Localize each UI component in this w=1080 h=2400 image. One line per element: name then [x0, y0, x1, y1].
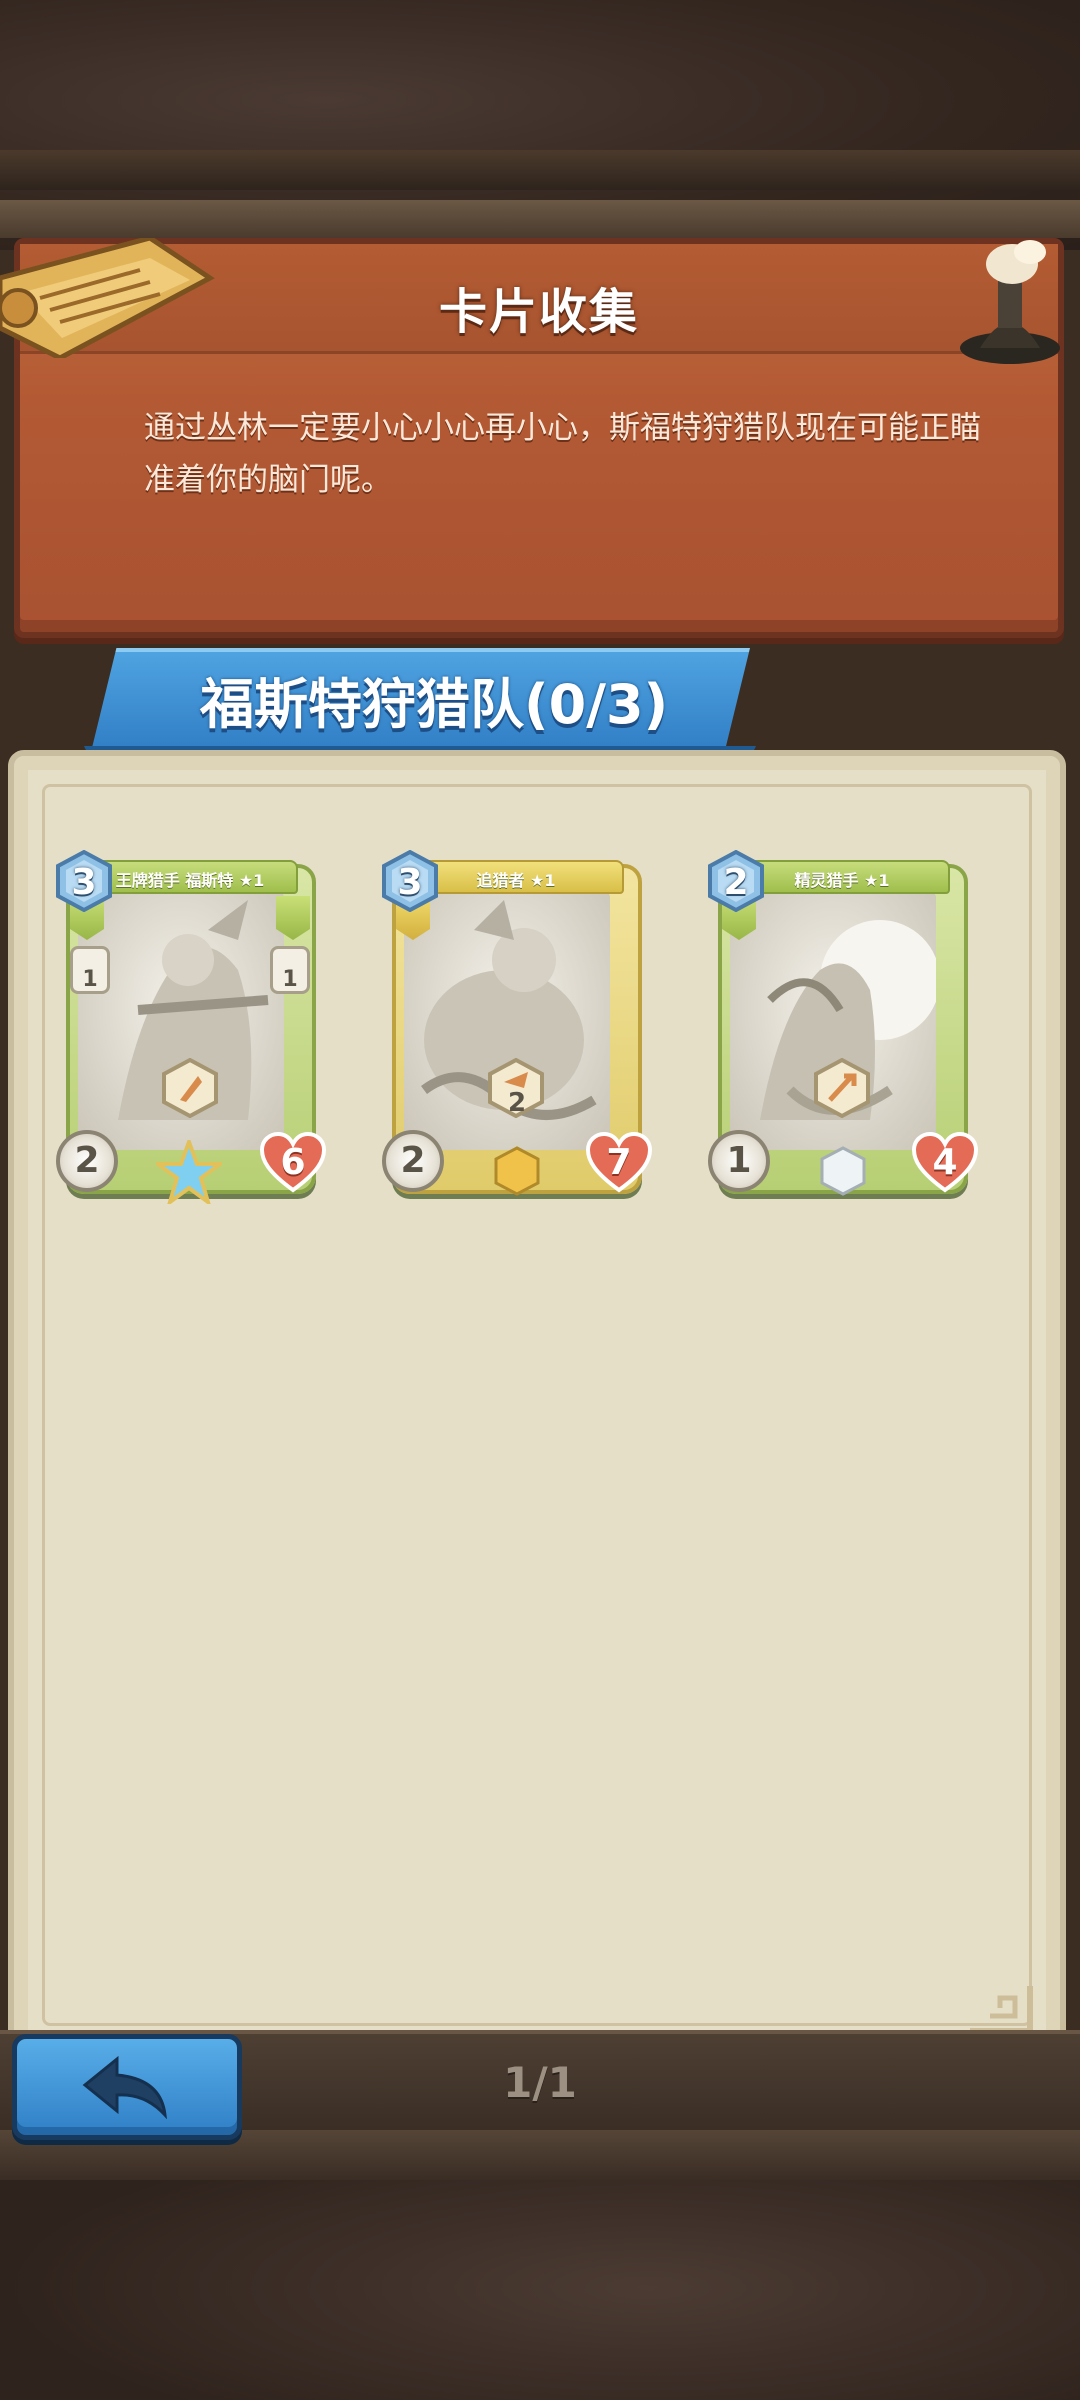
set-title: 福斯特狩猎队(0/3) [200, 673, 669, 736]
rarity-white-gem-icon [820, 1146, 866, 1196]
rarity-star-icon [156, 1140, 222, 1204]
skill-hex-icon [814, 1058, 870, 1118]
card-cost: 3 [71, 862, 97, 903]
card-name-bar: 精灵猎手 ★1 [734, 860, 950, 894]
corner-ornament-icon [970, 1986, 1033, 2034]
back-arrow-icon [82, 2055, 167, 2119]
card-name-bar: 追猎者 ★1 [408, 860, 624, 894]
card-elf-hunter[interactable]: 精灵猎手 ★1 2 1 4 [708, 850, 978, 1210]
card-health: 4 [932, 1142, 958, 1183]
rarity-gold-gem-icon [494, 1146, 540, 1196]
scroll-icon [0, 238, 215, 358]
card-health: 6 [280, 1142, 306, 1183]
left-stat-badge: 1 [70, 946, 110, 994]
card-attack: 2 [382, 1130, 444, 1192]
page-indicator: 1/1 [503, 2058, 577, 2107]
card-name: 精灵猎手 ★1 [794, 871, 890, 890]
card-tracker[interactable]: 追猎者 ★1 3 2 2 7 [382, 850, 652, 1210]
skill-value: 2 [507, 1088, 527, 1118]
wood-background-bottom [0, 2120, 1080, 2400]
card-name: 王牌猎手 福斯特 ★1 [115, 871, 265, 890]
right-stat-badge: 1 [270, 946, 310, 994]
skill-hex-icon [162, 1058, 218, 1118]
card-attack: 1 [708, 1130, 770, 1192]
card-cost: 2 [723, 862, 749, 903]
card-health: 7 [606, 1142, 632, 1183]
back-button[interactable] [12, 2034, 242, 2140]
set-description: 通过丛林一定要小心小心再小心，斯福特狩猎队现在可能正瞄准着你的脑门呢。 [144, 410, 981, 498]
card-name: 追猎者 ★1 [476, 871, 556, 890]
card-attack: 2 [56, 1130, 118, 1192]
card-cost: 3 [397, 862, 423, 903]
wood-background-top [0, 0, 1080, 250]
card-foster[interactable]: 王牌猎手 福斯特 ★1 3 1 1 2 6 [56, 850, 326, 1210]
candle-icon [960, 240, 1060, 364]
card-name-bar: 王牌猎手 福斯特 ★1 [82, 860, 298, 894]
